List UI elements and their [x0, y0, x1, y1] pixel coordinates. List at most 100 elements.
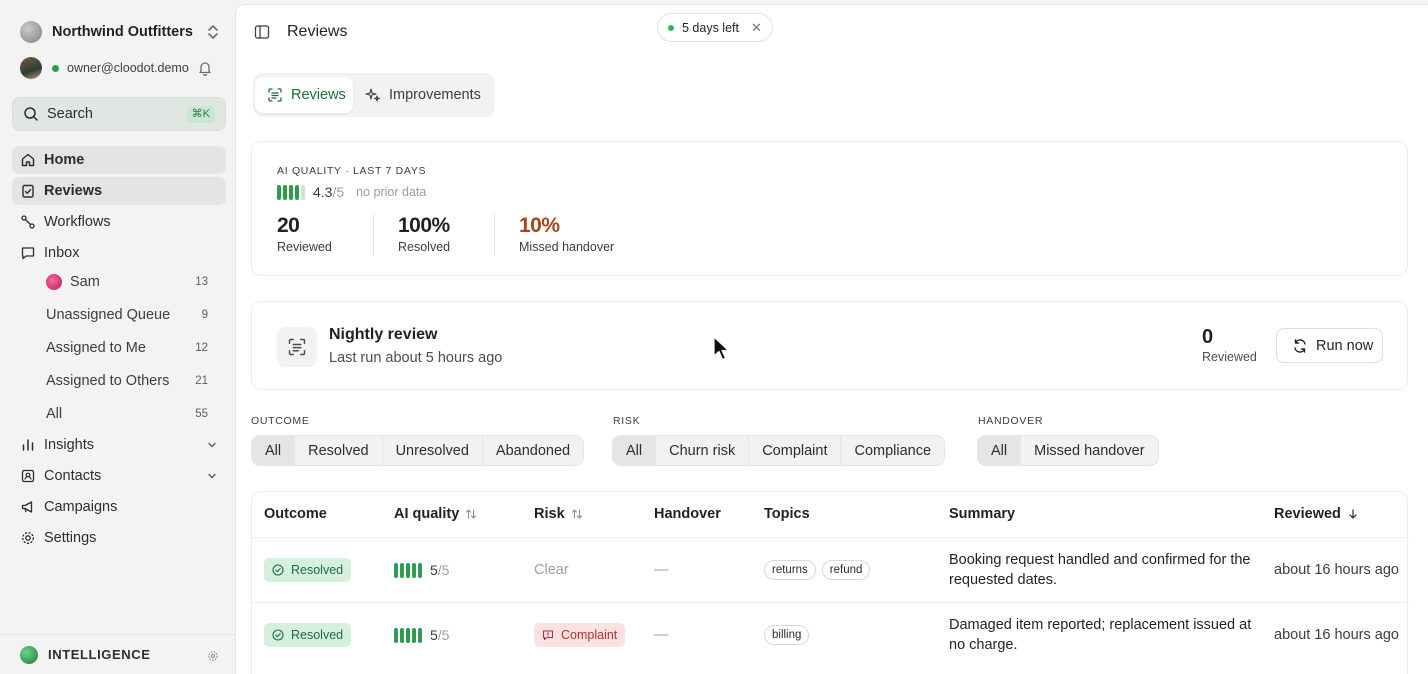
table-row[interactable]: Resolved 5/5 Clear — returns refund Book…: [252, 537, 1409, 602]
nav-insights[interactable]: Insights: [12, 431, 226, 459]
inbox-item-count: 13: [195, 276, 208, 288]
divider: [373, 214, 374, 256]
risk-filter-option-all[interactable]: All: [613, 436, 656, 465]
chat-icon: [21, 247, 35, 260]
quality-score-text: 5/5: [430, 627, 449, 643]
gear-icon[interactable]: [207, 650, 219, 662]
quality-meter: [394, 562, 422, 578]
outcome-filter-option-all[interactable]: All: [252, 436, 295, 465]
handover-cell: —: [654, 627, 669, 643]
summary-cell: Booking request handled and confirmed fo…: [949, 552, 1251, 588]
outcome-filter: All Resolved Unresolved Abandoned: [251, 435, 585, 466]
inbox-item-count: 12: [195, 342, 208, 354]
nav-reviews[interactable]: Reviews: [12, 177, 226, 205]
intelligence-footer[interactable]: INTELLIGENCE: [0, 634, 235, 674]
quality-meter: [394, 627, 422, 643]
risk-filter-option-compliance[interactable]: Compliance: [840, 436, 944, 465]
inbox-item-assigned-to-others[interactable]: Assigned to Others 21: [46, 369, 214, 393]
risk-filter-label: RISK: [613, 415, 641, 427]
view-tabs: Reviews Improvements: [253, 73, 495, 117]
no-prior-data: no prior data: [356, 185, 427, 199]
trial-label: 5 days left: [682, 20, 739, 35]
outcome-filter-option-unresolved[interactable]: Unresolved: [381, 436, 482, 465]
quality-meter-segment: [277, 184, 281, 200]
scan-text-icon: [277, 327, 317, 367]
outcome-filter-option-abandoned[interactable]: Abandoned: [481, 436, 583, 465]
check-circle-icon: [272, 629, 284, 641]
inbox-item-all[interactable]: All 55: [46, 402, 214, 426]
intelligence-label: INTELLIGENCE: [48, 647, 151, 662]
quality-meter-segment: [394, 627, 398, 643]
inbox-item-label: All: [46, 406, 63, 422]
tab-reviews-label: Reviews: [291, 87, 346, 103]
column-header-label: Outcome: [264, 506, 327, 522]
quality-meter-segment: [400, 562, 404, 578]
inbox-item-sam[interactable]: Sam 13: [46, 270, 214, 294]
stat-value: 100%: [398, 214, 450, 237]
search-button[interactable]: Search ⌘K: [12, 97, 226, 131]
quality-meter-segment: [418, 627, 422, 643]
quality-score-text: 4.3/5: [313, 184, 344, 200]
bell-icon[interactable]: [198, 60, 212, 76]
search-icon: [24, 107, 38, 121]
table-row[interactable]: Resolved 5/5 Complaint — billing Damaged…: [252, 602, 1409, 667]
quality-meter-segment: [289, 184, 293, 200]
mouse-cursor-icon: [713, 336, 730, 361]
inbox-item-unassigned[interactable]: Unassigned Queue 9: [46, 303, 214, 327]
status-dot: [668, 24, 674, 31]
nightly-review-title: Nightly review: [329, 326, 438, 343]
sidebar-toggle-icon[interactable]: [254, 24, 270, 40]
handover-filter-option-missed-handover[interactable]: Missed handover: [1020, 436, 1157, 465]
intelligence-orb-icon: [20, 645, 38, 664]
column-header-risk[interactable]: Risk: [534, 506, 583, 522]
column-header-reviewed[interactable]: Reviewed: [1274, 506, 1359, 522]
risk-filter-option-complaint[interactable]: Complaint: [748, 436, 840, 465]
chevron-down-icon: [208, 442, 216, 448]
outcome-filter-option-resolved[interactable]: Resolved: [294, 436, 381, 465]
user-email: owner@cloodot.demo: [67, 61, 189, 75]
nav-workflows-label: Workflows: [44, 214, 111, 230]
risk-filter: All Churn risk Complaint Compliance: [612, 435, 946, 466]
stat-missed-handover: 10% Missed handover: [519, 214, 614, 254]
nav-workflows[interactable]: Workflows: [12, 208, 226, 236]
sort-icon: [466, 509, 477, 519]
inbox-item-label: Assigned to Me: [46, 340, 146, 356]
page-title: Reviews: [287, 23, 348, 40]
nav-campaigns[interactable]: Campaigns: [12, 493, 226, 521]
inbox-item-assigned-to-me[interactable]: Assigned to Me 12: [46, 336, 214, 360]
reviewed-cell: about 16 hours ago: [1274, 627, 1399, 643]
tab-improvements[interactable]: Improvements: [353, 77, 491, 113]
bar-chart-icon: [22, 439, 34, 451]
shortcut-badge: ⌘K: [186, 106, 215, 123]
count-value: 0: [1202, 326, 1214, 348]
topics-cell: returns refund: [764, 560, 871, 580]
risk-filter-option-churn-risk[interactable]: Churn risk: [655, 436, 748, 465]
quality-meter-segment: [418, 562, 422, 578]
nav-home[interactable]: Home: [12, 146, 226, 174]
tab-reviews[interactable]: Reviews: [255, 77, 353, 113]
refresh-icon: [1294, 338, 1306, 353]
handover-filter-option-all[interactable]: All: [978, 436, 1021, 465]
nav-campaigns-label: Campaigns: [44, 499, 118, 515]
nav-inbox[interactable]: Inbox: [12, 239, 226, 267]
run-now-button[interactable]: Run now: [1276, 328, 1383, 363]
close-icon[interactable]: ✕: [751, 20, 762, 36]
quality-score-value: 5: [430, 562, 438, 578]
handover-filter-label: HANDOVER: [978, 415, 1044, 427]
stat-label: Reviewed: [277, 240, 332, 254]
contact-book-icon: [21, 469, 35, 483]
reviewed-cell: about 16 hours ago: [1274, 562, 1399, 578]
reviews-table: Outcome AI quality Risk Handover Topics …: [251, 491, 1409, 674]
column-header-ai-quality[interactable]: AI quality: [394, 506, 477, 522]
risk-badge: Complaint: [534, 623, 626, 647]
nav-settings[interactable]: Settings: [12, 524, 226, 552]
org-switcher[interactable]: Northwind Outfitters: [20, 19, 220, 45]
quality-cell: 5/5: [394, 562, 449, 578]
stat-value: 10%: [519, 214, 560, 237]
nav-contacts[interactable]: Contacts: [12, 462, 226, 490]
user-menu[interactable]: owner@cloodot.demo: [20, 56, 220, 80]
inbox-item-count: 9: [201, 309, 208, 321]
topic-tag: returns: [764, 560, 816, 580]
quality-meter-segment: [412, 627, 416, 643]
handover-filter: All Missed handover: [977, 435, 1159, 466]
